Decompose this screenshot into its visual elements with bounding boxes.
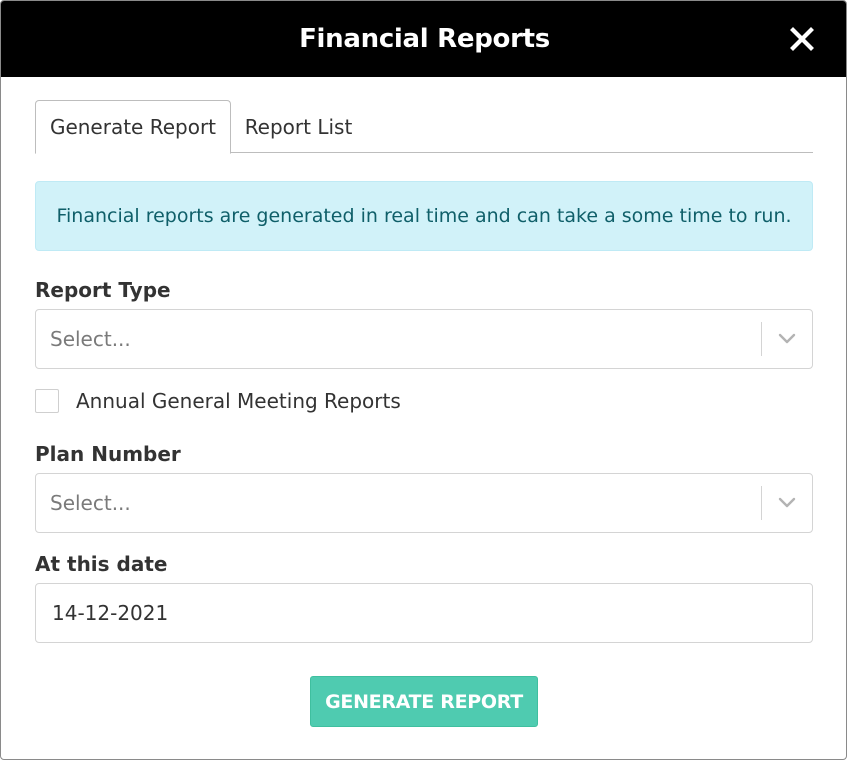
tab-bar: Generate Report Report List <box>35 100 813 154</box>
report-type-placeholder: Select... <box>50 327 131 351</box>
select-separator <box>761 486 762 520</box>
report-type-select[interactable]: Select... <box>35 309 813 369</box>
financial-reports-modal: Financial Reports Generate Report Report… <box>0 0 847 760</box>
date-label: At this date <box>35 552 168 576</box>
chevron-down-icon[interactable] <box>776 494 798 512</box>
plan-number-placeholder: Select... <box>50 491 131 515</box>
date-input[interactable] <box>35 583 813 643</box>
agm-reports-checkbox[interactable] <box>35 389 59 413</box>
info-alert: Financial reports are generated in real … <box>35 181 813 251</box>
report-type-label: Report Type <box>35 278 171 302</box>
plan-number-select[interactable]: Select... <box>35 473 813 533</box>
agm-reports-option: Annual General Meeting Reports <box>35 387 435 415</box>
close-button[interactable] <box>786 23 818 55</box>
generate-report-button[interactable]: GENERATE REPORT <box>310 676 538 727</box>
modal-header: Financial Reports <box>1 1 846 77</box>
tab-generate-report[interactable]: Generate Report <box>35 100 231 154</box>
plan-number-label: Plan Number <box>35 442 181 466</box>
agm-reports-label[interactable]: Annual General Meeting Reports <box>76 387 401 415</box>
tab-report-list[interactable]: Report List <box>231 100 366 153</box>
chevron-down-icon[interactable] <box>776 330 798 348</box>
select-separator <box>761 322 762 356</box>
close-icon <box>790 27 814 51</box>
modal-title: Financial Reports <box>299 24 550 54</box>
